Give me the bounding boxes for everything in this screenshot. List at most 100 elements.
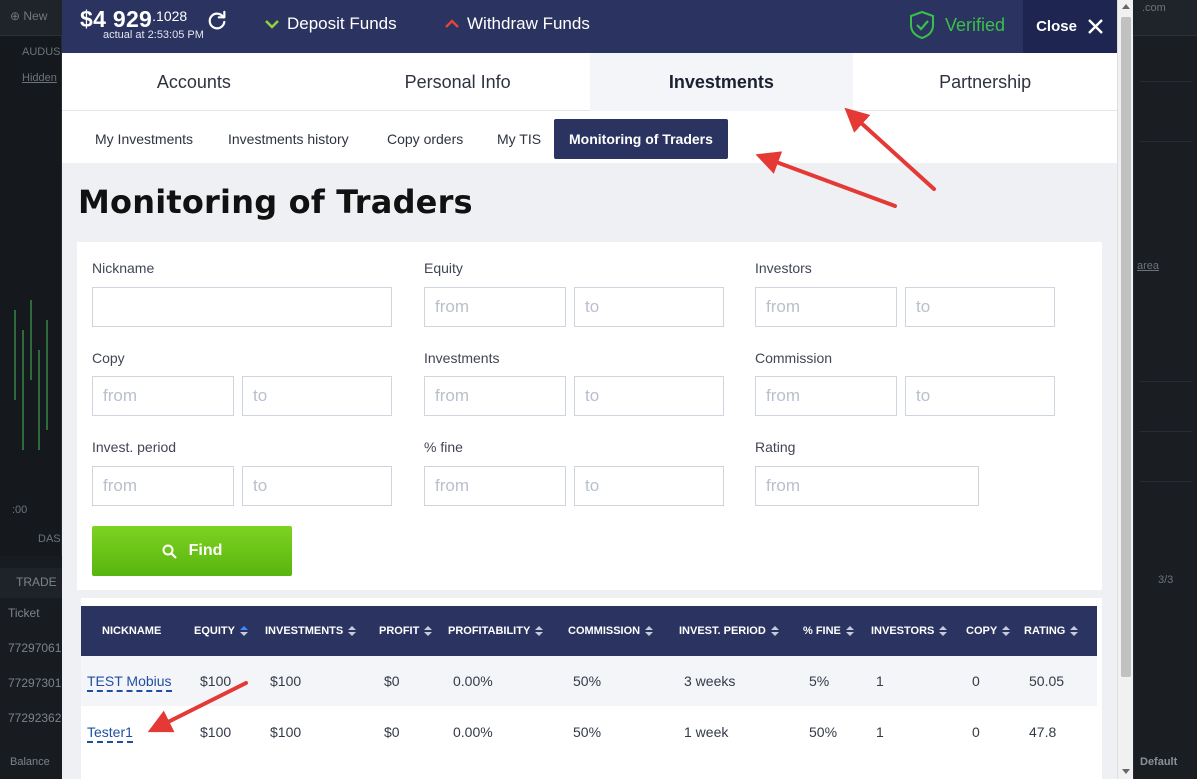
commission-cell: 50% xyxy=(573,724,602,740)
tab-partnership[interactable]: Partnership xyxy=(853,53,1117,111)
invest-period-cell: 1 week xyxy=(684,724,729,740)
subtab-my-investments[interactable]: My Investments xyxy=(95,119,193,159)
copy-cell: 0 xyxy=(972,724,980,740)
sort-icon xyxy=(535,626,544,636)
hidden-link[interactable]: Hidden xyxy=(22,72,57,84)
balance-label: Balance xyxy=(10,756,50,768)
sort-icon xyxy=(845,626,854,636)
subtab-investments-history[interactable]: Investments history xyxy=(228,119,349,159)
copy-label: Copy xyxy=(92,350,125,366)
column-header-profitability[interactable]: PROFITABILITY xyxy=(448,606,544,656)
default-label: Default xyxy=(1140,756,1178,768)
equity-from-input[interactable] xyxy=(424,287,566,327)
fine-cell: 5% xyxy=(809,673,830,689)
symbol-label: AUDUS xyxy=(22,46,61,58)
equity-to-input[interactable] xyxy=(574,287,724,327)
investors-to-input[interactable] xyxy=(905,287,1055,327)
copy-to-input[interactable] xyxy=(242,376,392,416)
refresh-icon[interactable] xyxy=(206,10,228,32)
column-header-copy[interactable]: COPY xyxy=(966,606,1011,656)
ticket-header: Ticket xyxy=(8,606,40,620)
terminal-right-panel xyxy=(1133,36,1197,779)
rating-cell: 47.8 xyxy=(1029,724,1057,740)
sort-icon xyxy=(239,626,248,636)
profit-cell: $0 xyxy=(384,673,400,689)
column-header-rating[interactable]: RATING xyxy=(1024,606,1079,656)
column-header-equity[interactable]: EQUITY xyxy=(194,606,248,656)
account-modal: $4 929.1028 actual at 2:53:05 PM Deposit… xyxy=(62,0,1117,779)
invest-period-from-input[interactable] xyxy=(92,466,234,506)
invest-period-to-input[interactable] xyxy=(242,466,392,506)
rating-from-input[interactable] xyxy=(755,466,979,506)
column-header-investors[interactable]: INVESTORS xyxy=(871,606,948,656)
shield-check-icon xyxy=(910,10,934,40)
modal-scrollbar[interactable] xyxy=(1117,0,1133,779)
table-header: NICKNAME EQUITY INVESTMENTS PROFIT PROFI… xyxy=(81,606,1097,656)
withdraw-label: Withdraw Funds xyxy=(467,14,590,33)
sort-icon xyxy=(1002,626,1011,636)
fine-to-input[interactable] xyxy=(574,466,724,506)
investments-cell: $100 xyxy=(270,724,302,740)
chevron-up-icon xyxy=(445,19,459,28)
sort-icon xyxy=(424,626,433,636)
trader-nickname-link[interactable]: TEST Mobius xyxy=(87,673,172,692)
balance-decimal: .1028 xyxy=(152,8,188,24)
deposit-funds-button[interactable]: Deposit Funds xyxy=(265,14,397,34)
column-header-investments[interactable]: INVESTMENTS xyxy=(265,606,357,656)
investors-cell: 1 xyxy=(876,724,884,740)
invest-period-cell: 3 weeks xyxy=(684,673,736,689)
time-label: :00 xyxy=(12,504,28,516)
column-header-profit[interactable]: PROFIT xyxy=(379,606,433,656)
invest-period-label: Invest. period xyxy=(92,439,177,455)
scroll-down-arrow-icon[interactable] xyxy=(1122,769,1130,774)
column-header-commission[interactable]: COMMISSION xyxy=(568,606,654,656)
tab-investments[interactable]: Investments xyxy=(589,53,854,111)
verified-label: Verified xyxy=(945,14,1006,35)
verified-badge: Verified xyxy=(909,10,1005,40)
new-button[interactable]: ⊕ New xyxy=(10,9,47,23)
deposit-label: Deposit Funds xyxy=(287,14,397,33)
profit-cell: $0 xyxy=(384,724,400,740)
investments-label: Investments xyxy=(424,350,500,366)
commission-to-input[interactable] xyxy=(905,376,1055,416)
commission-cell: 50% xyxy=(573,673,602,689)
dash-label: DAS xyxy=(38,533,61,545)
column-header-nickname[interactable]: NICKNAME xyxy=(102,606,161,656)
sort-icon xyxy=(939,626,948,636)
close-icon xyxy=(1088,19,1103,34)
sort-icon xyxy=(770,626,779,636)
subtab-my-tis[interactable]: My TIS xyxy=(497,119,541,159)
scroll-thumb[interactable] xyxy=(1121,17,1131,677)
trade-tab[interactable]: TRADE xyxy=(0,568,62,598)
profitability-cell: 0.00% xyxy=(453,724,493,740)
nickname-input[interactable] xyxy=(92,287,392,327)
equity-label: Equity xyxy=(424,260,463,276)
tab-accounts[interactable]: Accounts xyxy=(62,53,326,111)
subtab-copy-orders[interactable]: Copy orders xyxy=(387,119,463,159)
new-label: New xyxy=(23,9,48,23)
withdraw-funds-button[interactable]: Withdraw Funds xyxy=(445,14,590,34)
column-header-invest-period[interactable]: INVEST. PERIOD xyxy=(679,606,779,656)
trader-nickname-link[interactable]: Tester1 xyxy=(87,724,133,743)
subtab-monitoring-of-traders[interactable]: Monitoring of Traders xyxy=(554,119,728,159)
scroll-up-arrow-icon[interactable] xyxy=(1122,4,1130,9)
fine-label: % fine xyxy=(424,439,463,455)
investments-from-input[interactable] xyxy=(424,376,566,416)
fine-from-input[interactable] xyxy=(424,466,566,506)
filter-panel: Nickname Equity Investors Copy Investmen… xyxy=(77,242,1102,590)
column-header-fine[interactable]: % FINE xyxy=(803,606,854,656)
rating-cell: 50.05 xyxy=(1029,673,1065,689)
ticket-row: 77297301 xyxy=(8,676,62,690)
close-button[interactable]: Close xyxy=(1023,0,1117,53)
table-row: Tester1 $100 $100 $0 0.00% 50% 1 week 50… xyxy=(81,707,1097,757)
area-link[interactable]: area xyxy=(1137,260,1159,272)
equity-cell: $100 xyxy=(200,724,232,740)
find-button[interactable]: Find xyxy=(92,526,292,576)
investments-to-input[interactable] xyxy=(574,376,724,416)
tab-personal-info[interactable]: Personal Info xyxy=(326,53,590,111)
investors-cell: 1 xyxy=(876,673,884,689)
copy-from-input[interactable] xyxy=(92,376,234,416)
fine-cell: 50% xyxy=(809,724,838,740)
investors-from-input[interactable] xyxy=(755,287,897,327)
commission-from-input[interactable] xyxy=(755,376,897,416)
